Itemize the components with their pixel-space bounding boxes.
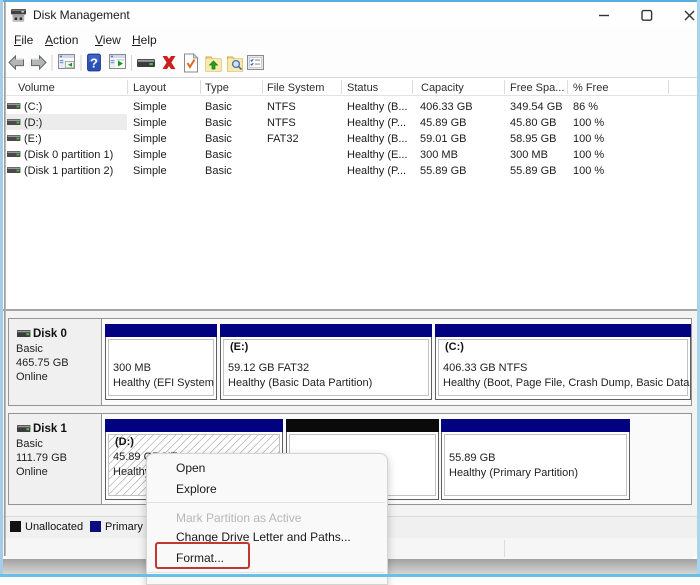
svg-text:?: ? — [90, 56, 98, 71]
